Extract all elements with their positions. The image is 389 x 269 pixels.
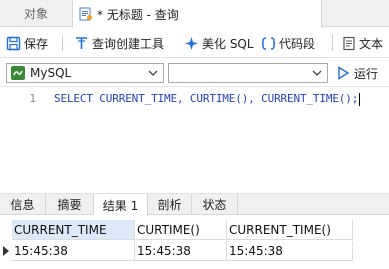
query-builder-label: 查询创建工具 [92,36,165,51]
tab-query-label: * 无标题 - 查询 [97,7,179,22]
connection-row: MySQL 运行 [0,59,389,86]
text-button[interactable]: 文本 [342,28,383,58]
beautify-icon [185,36,198,50]
code-snippet-icon [261,36,276,50]
tab-status-label: 状态 [202,198,227,212]
query-builder-button[interactable]: 查询创建工具 [74,28,164,58]
tab-info-label: 信息 [10,198,35,212]
table-cell-value: 15:45:38 [14,243,68,258]
text-label: 文本 [359,36,384,51]
table-cell-value: 15:45:38 [229,243,283,258]
column-header-label: CURTIME() [137,222,200,237]
tab-summary-label: 摘要 [57,198,82,212]
column-header-label: CURRENT_TIME() [229,222,331,237]
tab-summary[interactable]: 摘要 [46,194,94,215]
sql-code-text: SELECT CURRENT_TIME, CURTIME(), CURRENT_… [54,92,359,105]
run-label: 运行 [354,66,379,81]
tab-result-1[interactable]: 结果 1 [94,194,148,216]
line-number: 1 [29,92,36,105]
tab-query[interactable]: * 无标题 - 查询 [72,0,322,28]
beautify-label: 美化 SQL [202,36,254,51]
run-button[interactable]: 运行 [336,63,378,83]
line-number-gutter: 1 [0,87,42,191]
column-header[interactable]: CURRENT_TIME() [227,220,353,240]
tab-info[interactable]: 信息 [0,194,46,215]
column-header[interactable]: CURRENT_TIME [12,220,135,240]
play-icon [338,66,350,80]
database-select[interactable] [168,63,328,83]
tab-profile[interactable]: 剖析 [148,194,192,215]
result-grid: CURRENT_TIME CURTIME() CURRENT_TIME() 15… [0,216,389,269]
column-header[interactable]: CURTIME() [135,220,227,240]
text-icon [343,36,355,50]
query-icon [79,7,93,21]
toolbar-divider [332,35,333,51]
save-button[interactable]: 保存 [6,28,48,58]
document-tab-strip: 对象 * 无标题 - 查询 [0,0,389,28]
sql-code-line[interactable]: SELECT CURRENT_TIME, CURTIME(), CURRENT_… [54,92,361,106]
table-cell[interactable]: 15:45:38 [227,241,353,261]
tab-profile-label: 剖析 [157,198,182,212]
table-cell[interactable]: 15:45:38 [135,241,227,261]
chevron-down-icon[interactable] [311,67,323,79]
table-cell-value: 15:45:38 [137,243,191,258]
connection-select[interactable]: MySQL [6,63,164,83]
chevron-down-icon[interactable] [147,67,159,79]
table-cell[interactable]: 15:45:38 [12,241,135,261]
tab-objects[interactable]: 对象 [0,0,72,27]
code-snippet-button[interactable]: 代码段 [261,28,315,58]
query-builder-icon [76,36,87,49]
tab-result-1-label: 结果 1 [102,198,139,213]
code-snippet-label: 代码段 [279,36,316,51]
save-label: 保存 [24,36,49,51]
query-toolbar: 保存 查询创建工具 美化 SQL 代码段 文本 [0,28,389,58]
tab-status[interactable]: 状态 [192,194,238,215]
toolbar-divider [62,35,63,51]
tab-objects-label: 对象 [23,7,48,21]
save-icon [6,36,21,50]
beautify-sql-button[interactable]: 美化 SQL [184,28,254,58]
row-indicator-icon [3,246,9,256]
mysql-connection-icon [11,66,25,80]
column-header-label: CURRENT_TIME [14,222,107,237]
sql-editor[interactable]: 1 SELECT CURRENT_TIME, CURTIME(), CURREN… [0,86,389,191]
result-tab-strip: 信息 摘要 结果 1 剖析 状态 [0,193,389,216]
text-cursor [359,92,361,106]
connection-select-value: MySQL [30,66,72,80]
